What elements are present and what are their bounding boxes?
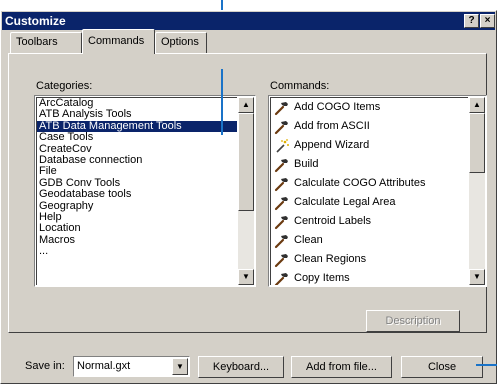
- chevron-down-icon[interactable]: ▼: [172, 358, 188, 375]
- scroll-up-arrow-icon[interactable]: ▲: [469, 97, 485, 113]
- commands-scrollbar[interactable]: ▲ ▼: [469, 97, 485, 285]
- category-item[interactable]: Macros: [37, 234, 237, 246]
- hammer-icon: [274, 100, 290, 116]
- category-item[interactable]: Database connection: [37, 154, 237, 166]
- command-item-label: Calculate Legal Area: [294, 196, 396, 208]
- command-item[interactable]: Centroid Labels: [274, 212, 468, 231]
- keyboard-button[interactable]: Keyboard...: [198, 356, 284, 378]
- scroll-up-arrow-icon[interactable]: ▲: [238, 97, 254, 113]
- command-item-label: Clean: [294, 234, 323, 246]
- category-item[interactable]: Geography: [37, 200, 237, 212]
- scroll-down-arrow-icon[interactable]: ▼: [238, 269, 254, 285]
- help-button[interactable]: ?: [464, 14, 479, 28]
- callout-line-categories-arrow: [221, 69, 223, 135]
- wizard-wand-icon: [274, 138, 290, 154]
- command-item[interactable]: Calculate Legal Area: [274, 193, 468, 212]
- tab-commands[interactable]: Commands: [82, 29, 155, 54]
- command-item-label: Append Wizard: [294, 139, 370, 151]
- command-item-label: Centroid Labels: [294, 215, 372, 227]
- hammer-icon: [274, 176, 290, 192]
- scroll-thumb[interactable]: [238, 113, 254, 211]
- hammer-icon: [274, 195, 290, 211]
- hammer-icon: [274, 119, 290, 135]
- hammer-icon: [274, 233, 290, 249]
- command-item[interactable]: Append Wizard: [274, 136, 468, 155]
- command-item[interactable]: Add COGO Items: [274, 98, 468, 117]
- hammer-icon: [274, 157, 290, 173]
- save-in-value: Normal.gxt: [77, 360, 131, 372]
- title-bar[interactable]: Customize ? ×: [2, 12, 495, 30]
- command-item[interactable]: Clean: [274, 231, 468, 250]
- save-in-label: Save in:: [25, 360, 65, 372]
- category-item[interactable]: Geodatabase tools: [37, 188, 237, 200]
- command-item[interactable]: Build: [274, 155, 468, 174]
- commands-listbox[interactable]: Add COGO Items Add from ASCII Append Wizar…: [268, 95, 487, 287]
- category-item[interactable]: ...: [37, 245, 237, 257]
- categories-label: Categories:: [36, 80, 93, 92]
- description-button[interactable]: Description: [366, 310, 460, 332]
- save-in-combo[interactable]: Normal.gxt ▼: [73, 356, 190, 377]
- command-item-label: Add COGO Items: [294, 101, 381, 113]
- dialog-title: Customize: [5, 14, 66, 28]
- hammer-icon: [274, 252, 290, 268]
- command-item-label: Build: [294, 158, 319, 170]
- scroll-down-arrow-icon[interactable]: ▼: [469, 269, 485, 285]
- hammer-icon: [274, 214, 290, 230]
- command-item[interactable]: Add from ASCII: [274, 117, 468, 136]
- command-item-label: Clean Regions: [294, 253, 367, 265]
- command-item[interactable]: Copy Items: [274, 269, 468, 285]
- commands-list: Add COGO Items Add from ASCII Append Wizar…: [270, 97, 468, 285]
- commands-label: Commands:: [270, 80, 330, 92]
- command-item-label: Calculate COGO Attributes: [294, 177, 426, 189]
- add-from-file-button[interactable]: Add from file...: [291, 356, 392, 378]
- tab-options-label: Options: [161, 36, 199, 48]
- command-item-label: Copy Items: [294, 272, 350, 284]
- command-item[interactable]: Calculate COGO Attributes: [274, 174, 468, 193]
- tab-toolbars[interactable]: Toolbars: [10, 32, 82, 53]
- close-window-button[interactable]: ×: [480, 14, 495, 28]
- close-button[interactable]: Close: [401, 356, 483, 378]
- hammer-icon: [274, 271, 290, 285]
- tab-commands-label: Commands: [88, 35, 145, 47]
- scroll-thumb[interactable]: [469, 113, 485, 173]
- categories-scrollbar[interactable]: ▲ ▼: [238, 97, 254, 285]
- category-item[interactable]: Location: [37, 222, 237, 234]
- tab-options[interactable]: Options: [155, 32, 207, 53]
- command-item[interactable]: Clean Regions: [274, 250, 468, 269]
- category-item[interactable]: Case Tools: [37, 131, 237, 143]
- command-item-label: Add from ASCII: [294, 120, 370, 132]
- categories-list: ArcCatalog ATB Analysis Tools ATB Data Man…: [36, 97, 237, 285]
- tab-toolbars-label: Toolbars: [16, 36, 58, 48]
- callout-line-close: [476, 364, 497, 366]
